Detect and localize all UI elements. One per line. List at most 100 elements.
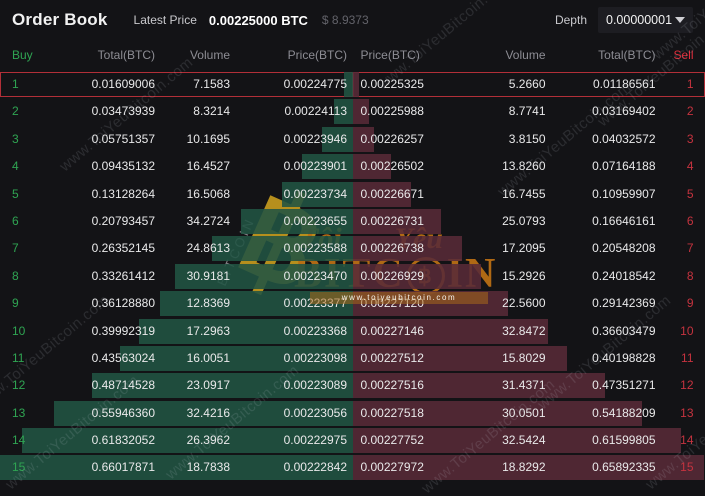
- sell-order-row[interactable]: 0.00226257 3.8150 0.04032572 3: [353, 127, 705, 152]
- buy-row-index: 13: [12, 401, 25, 426]
- buy-order-row[interactable]: 12 0.48714528 23.0917 0.00223089: [0, 373, 353, 398]
- buy-order-row[interactable]: 15 0.66017871 18.7838 0.00222842: [0, 455, 353, 480]
- sell-order-row[interactable]: 0.00227752 32.5424 0.61599805 14: [353, 428, 705, 453]
- buy-order-row[interactable]: 3 0.05751357 10.1695 0.00223946: [0, 127, 353, 152]
- buy-price-value: 0.00223056: [284, 401, 347, 426]
- sell-row-index: 12: [680, 373, 693, 398]
- buy-order-row[interactable]: 7 0.26352145 24.8613 0.00223588: [0, 236, 353, 261]
- sell-depth-bar: [353, 72, 359, 97]
- buy-volume-value: 12.8369: [187, 291, 230, 316]
- sell-volume-value: 17.2095: [502, 236, 545, 261]
- buy-order-row[interactable]: 9 0.36128880 12.8369 0.00223377: [0, 291, 353, 316]
- buy-volume-header: Volume: [190, 48, 230, 62]
- sell-order-row[interactable]: 0.00225325 5.2660 0.01186561 1: [353, 72, 705, 97]
- sell-volume-value: 30.0501: [502, 401, 545, 426]
- sell-order-row[interactable]: 0.00226671 16.7455 0.10959907 5: [353, 182, 705, 207]
- sell-price-value: 0.00226738: [361, 236, 424, 261]
- buy-price-header: Price(BTC): [288, 48, 347, 62]
- buy-order-row[interactable]: 2 0.03473939 8.3214 0.00224113: [0, 99, 353, 124]
- buy-total-value: 0.39992319: [92, 319, 155, 344]
- buy-price-value: 0.00223655: [284, 209, 347, 234]
- sell-order-row[interactable]: 0.00226502 13.8260 0.07164188 4: [353, 154, 705, 179]
- sell-row-index: 3: [687, 127, 694, 152]
- buy-order-row[interactable]: 4 0.09435132 16.4527 0.00223901: [0, 154, 353, 179]
- buy-total-value: 0.66017871: [92, 455, 155, 480]
- sell-price-value: 0.00226257: [361, 127, 424, 152]
- buy-order-row[interactable]: 10 0.39992319 17.2963 0.00223368: [0, 319, 353, 344]
- sell-row-index: 2: [687, 99, 694, 124]
- buy-order-row[interactable]: 8 0.33261412 30.9181 0.00223470: [0, 264, 353, 289]
- buy-order-row[interactable]: 6 0.20793457 34.2724 0.00223655: [0, 209, 353, 234]
- buy-row-index: 1: [12, 72, 19, 97]
- sell-price-value: 0.00227146: [361, 319, 424, 344]
- sell-order-row[interactable]: 0.00227120 22.5600 0.29142369 9: [353, 291, 705, 316]
- buy-total-value: 0.05751357: [92, 127, 155, 152]
- buy-row-index: 12: [12, 373, 25, 398]
- buy-volume-value: 23.0917: [187, 373, 230, 398]
- sell-order-row[interactable]: 0.00226731 25.0793 0.16646161 6: [353, 209, 705, 234]
- sell-order-row[interactable]: 0.00225988 8.7741 0.03169402 2: [353, 99, 705, 124]
- sell-order-row[interactable]: 0.00227512 15.8029 0.40198828 11: [353, 346, 705, 371]
- buy-volume-value: 34.2724: [187, 209, 230, 234]
- sell-volume-value: 25.0793: [502, 209, 545, 234]
- buy-total-value: 0.20793457: [92, 209, 155, 234]
- buy-order-row[interactable]: 5 0.13128264 16.5068 0.00223734: [0, 182, 353, 207]
- buy-price-value: 0.00223588: [284, 236, 347, 261]
- sell-order-row[interactable]: 0.00226929 15.2926 0.24018542 8: [353, 264, 705, 289]
- buy-volume-value: 8.3214: [193, 99, 230, 124]
- buy-row-index: 2: [12, 99, 19, 124]
- sell-total-value: 0.01186561: [593, 72, 656, 97]
- buy-volume-value: 17.2963: [187, 319, 230, 344]
- sell-order-row[interactable]: 0.00227516 31.4371 0.47351271 12: [353, 373, 705, 398]
- buy-total-value: 0.48714528: [92, 373, 155, 398]
- header-bar: Order Book Latest Price 0.00225000 BTC $…: [0, 0, 705, 40]
- column-headers: Buy Total(BTC) Volume Price(BTC) Price(B…: [0, 40, 705, 70]
- sell-price-header: Price(BTC): [361, 48, 420, 62]
- buy-price-value: 0.00223946: [284, 127, 347, 152]
- sell-price-value: 0.00225988: [361, 99, 424, 124]
- sell-order-row[interactable]: 0.00227972 18.8292 0.65892335 15: [353, 455, 705, 480]
- buy-row-index: 11: [12, 346, 24, 371]
- sell-column-header: Sell: [673, 48, 693, 62]
- buy-price-value: 0.00223734: [284, 182, 347, 207]
- sell-total-header: Total(BTC): [598, 48, 655, 62]
- sell-total-value: 0.29142369: [592, 291, 655, 316]
- sell-volume-value: 15.8029: [502, 346, 545, 371]
- buy-total-value: 0.03473939: [92, 99, 155, 124]
- sell-order-row[interactable]: 0.00227146 32.8472 0.36603479 10: [353, 319, 705, 344]
- depth-select[interactable]: 0.00000001: [598, 7, 693, 33]
- sell-price-value: 0.00226731: [361, 209, 424, 234]
- buy-price-value: 0.00223901: [284, 154, 347, 179]
- buy-volume-value: 26.3962: [187, 428, 230, 453]
- buy-volume-value: 10.1695: [187, 127, 230, 152]
- sell-total-value: 0.54188209: [592, 401, 655, 426]
- latest-price-usd: $ 8.9373: [322, 13, 369, 27]
- latest-price-value: 0.00225000 BTC: [209, 13, 308, 28]
- sell-volume-value: 16.7455: [502, 182, 545, 207]
- order-book-panel: ฿ BITCOIN Tôi Yêu BITC฿IN Order Book Lat…: [0, 0, 705, 496]
- buy-row-index: 3: [12, 127, 19, 152]
- buy-volume-value: 18.7838: [187, 455, 230, 480]
- buy-order-row[interactable]: 1 0.01609006 7.1583 0.00224775: [0, 72, 353, 97]
- buy-order-row[interactable]: 13 0.55946360 32.4216 0.00223056: [0, 401, 353, 426]
- buy-order-row[interactable]: 11 0.43563024 16.0051 0.00223098: [0, 346, 353, 371]
- buy-row-index: 14: [12, 428, 25, 453]
- sell-price-value: 0.00226502: [361, 154, 424, 179]
- buy-volume-value: 32.4216: [187, 401, 230, 426]
- buy-order-row[interactable]: 14 0.61832052 26.3962 0.00222975: [0, 428, 353, 453]
- sell-order-row[interactable]: 0.00226738 17.2095 0.20548208 7: [353, 236, 705, 261]
- buy-volume-value: 16.5068: [187, 182, 230, 207]
- sell-order-row[interactable]: 0.00227518 30.0501 0.54188209 13: [353, 401, 705, 426]
- sell-row-index: 9: [687, 291, 694, 316]
- buy-volume-value: 30.9181: [187, 264, 230, 289]
- buy-total-value: 0.01609006: [92, 72, 155, 97]
- sell-total-value: 0.04032572: [592, 127, 655, 152]
- sell-price-value: 0.00227518: [361, 401, 424, 426]
- buy-price-value: 0.00222975: [284, 428, 347, 453]
- buy-price-value: 0.00222842: [284, 455, 347, 480]
- sell-total-value: 0.24018542: [592, 264, 655, 289]
- sell-volume-value: 15.2926: [502, 264, 545, 289]
- buy-volume-value: 24.8613: [187, 236, 230, 261]
- buy-volume-value: 7.1583: [193, 72, 230, 97]
- latest-price-label: Latest Price: [134, 13, 197, 27]
